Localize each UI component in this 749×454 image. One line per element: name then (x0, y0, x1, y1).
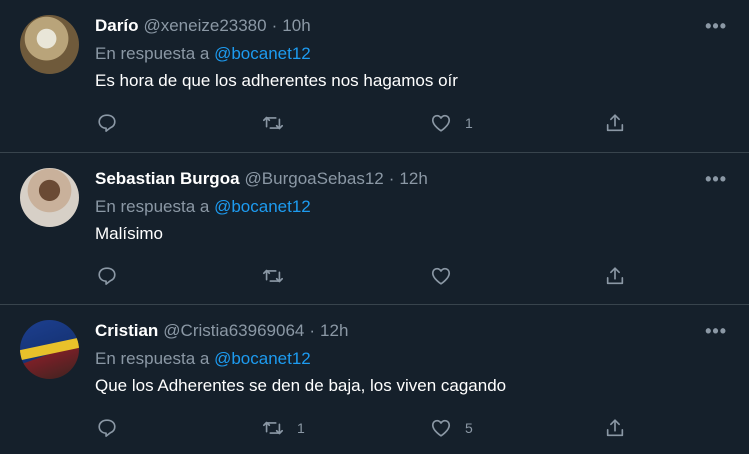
share-button[interactable] (604, 112, 626, 134)
tweet-header: Cristian @Cristia63969064 · 12h (95, 319, 729, 343)
tweet-text: Es hora de que los adherentes nos hagamo… (95, 71, 458, 90)
retweet-count: 1 (297, 420, 305, 436)
display-name[interactable]: Sebastian Burgoa (95, 167, 240, 191)
tweet[interactable]: Cristian @Cristia63969064 · 12h En respu… (0, 305, 749, 454)
timestamp[interactable]: 12h (399, 167, 427, 191)
action-bar: 1 (96, 112, 636, 138)
user-handle[interactable]: @Cristia63969064 (163, 319, 304, 343)
display-name[interactable]: Cristian (95, 319, 158, 343)
tweet[interactable]: Sebastian Burgoa @BurgoaSebas12 · 12h En… (0, 153, 749, 305)
user-handle[interactable]: @BurgoaSebas12 (245, 167, 384, 191)
reply-icon (98, 114, 116, 132)
retweet-icon (263, 421, 283, 435)
reply-to-link[interactable]: @bocanet12 (214, 197, 311, 216)
tweet-text: Malísimo (95, 224, 164, 243)
reply-button[interactable] (96, 417, 131, 439)
user-handle[interactable]: @xeneize23380 (143, 14, 266, 38)
more-icon[interactable]: ••• (705, 17, 727, 35)
action-bar: 1 5 (96, 417, 636, 443)
tweet-header: Darío @xeneize23380 · 10h (95, 14, 729, 38)
reply-prefix: En respuesta a (95, 197, 210, 216)
reply-context: En respuesta a @bocanet12 (95, 42, 729, 66)
separator-dot: · (309, 321, 316, 340)
retweet-button[interactable]: 1 (262, 417, 305, 439)
tweet-text: Que los Adherentes se den de baja, los v… (95, 376, 507, 395)
reply-to-link[interactable]: @bocanet12 (214, 44, 311, 63)
like-button[interactable]: 5 (430, 417, 473, 439)
timestamp[interactable]: 10h (282, 14, 310, 38)
reply-prefix: En respuesta a (95, 44, 210, 63)
reply-button[interactable] (96, 112, 131, 134)
share-button[interactable] (604, 265, 626, 287)
action-bar (96, 265, 636, 291)
retweet-icon (263, 269, 283, 283)
reply-icon (98, 419, 116, 437)
display-name[interactable]: Darío (95, 14, 138, 38)
separator-dot: · (388, 169, 395, 188)
reply-button[interactable] (96, 265, 131, 287)
heart-icon (431, 419, 451, 437)
reply-context: En respuesta a @bocanet12 (95, 195, 729, 219)
share-icon (606, 114, 624, 132)
heart-icon (431, 114, 451, 132)
tweet[interactable]: Darío @xeneize23380 · 10h En respuesta a… (0, 0, 749, 153)
share-icon (606, 267, 624, 285)
reply-prefix: En respuesta a (95, 349, 210, 368)
reply-to-link[interactable]: @bocanet12 (214, 349, 311, 368)
share-button[interactable] (604, 417, 626, 439)
like-count: 5 (465, 420, 473, 436)
reply-context: En respuesta a @bocanet12 (95, 347, 729, 371)
avatar[interactable] (20, 320, 79, 379)
heart-icon (431, 267, 451, 285)
more-icon[interactable]: ••• (705, 170, 727, 188)
retweet-button[interactable] (262, 265, 297, 287)
reply-feed: Darío @xeneize23380 · 10h En respuesta a… (0, 0, 749, 454)
more-icon[interactable]: ••• (705, 322, 727, 340)
timestamp[interactable]: 12h (320, 319, 348, 343)
tweet-header: Sebastian Burgoa @BurgoaSebas12 · 12h (95, 167, 729, 191)
like-button[interactable]: 1 (430, 112, 473, 134)
like-count: 1 (465, 115, 473, 131)
separator-dot: · (271, 16, 278, 35)
reply-icon (98, 267, 116, 285)
retweet-button[interactable] (262, 112, 297, 134)
like-button[interactable] (430, 265, 465, 287)
share-icon (606, 419, 624, 437)
avatar[interactable] (20, 168, 79, 227)
avatar[interactable] (20, 15, 79, 74)
retweet-icon (263, 116, 283, 130)
